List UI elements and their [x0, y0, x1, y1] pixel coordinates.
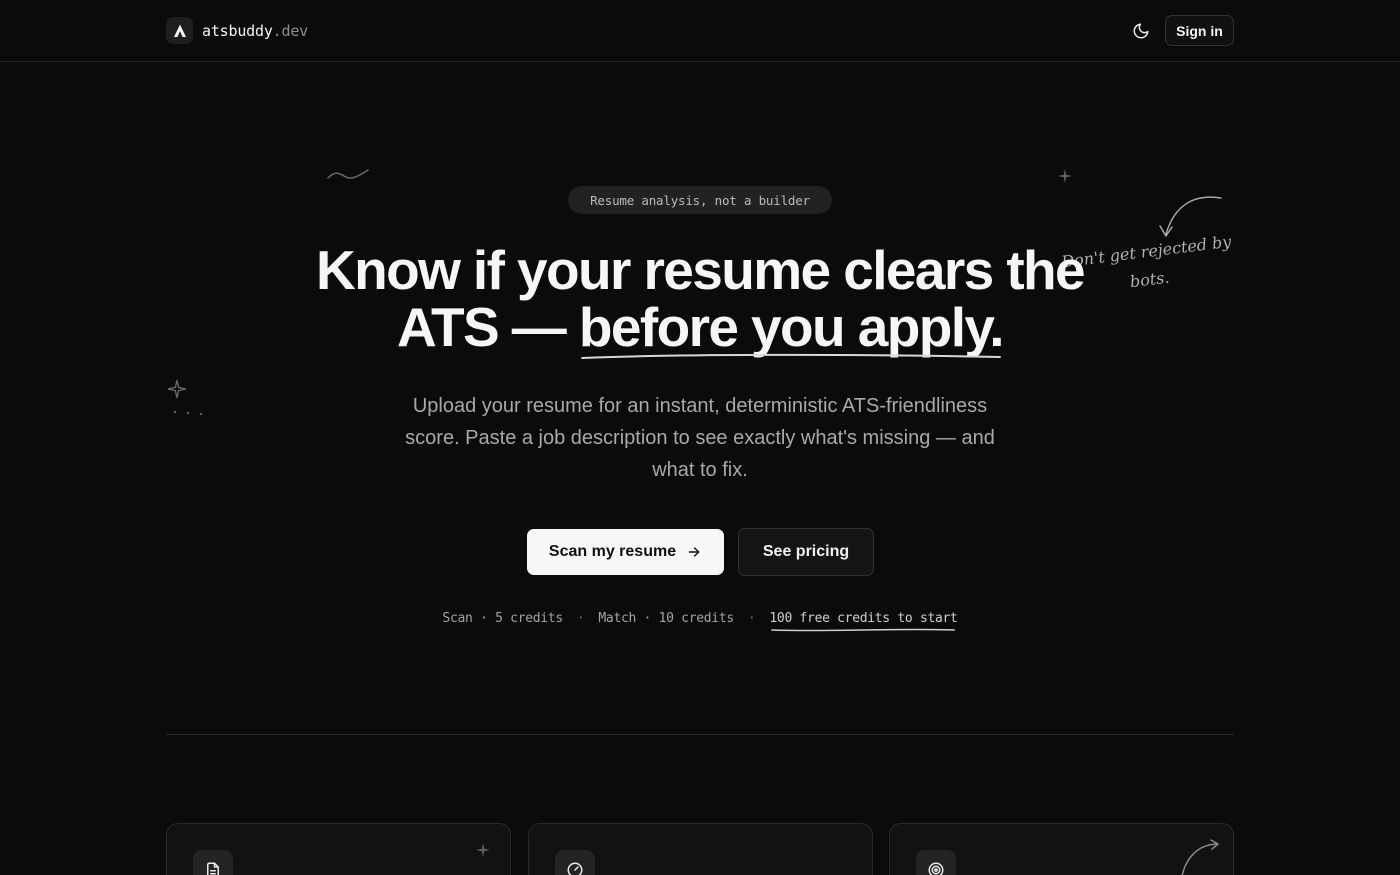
free-credits: 100 free credits to start [769, 611, 958, 632]
match-credits: Match · 10 credits [598, 611, 734, 626]
curved-arrow-decoration-icon [1181, 839, 1219, 875]
brand-link[interactable]: atsbuddy.dev [166, 17, 308, 44]
arrow-right-icon [688, 547, 700, 557]
gauge-icon [567, 862, 583, 875]
scan-credits: Scan · 5 credits [442, 611, 563, 626]
sparkle-decoration-icon [476, 843, 490, 857]
sparkle-decoration-icon [1058, 169, 1072, 183]
brand-name: atsbuddy.dev [202, 22, 308, 40]
card-icon-container [916, 850, 956, 875]
hero-subtitle: Upload your resume for an instant, deter… [405, 395, 995, 481]
theme-toggle-button[interactable] [1127, 17, 1155, 45]
sparkle-outline-decoration-icon [167, 379, 203, 416]
credits-info: Scan · 5 credits · Match · 10 credits · … [0, 611, 1400, 632]
underline-decoration-icon [581, 353, 1001, 359]
hero-badge: Resume analysis, not a builder [568, 186, 832, 214]
document-icon [207, 862, 219, 875]
see-pricing-button[interactable]: See pricing [738, 528, 874, 576]
site-header: atsbuddy.dev Sign in [0, 0, 1400, 62]
credits-separator: · [747, 611, 756, 626]
feature-card-score [528, 823, 873, 875]
underline-decoration-icon [771, 628, 956, 632]
moon-icon [1133, 23, 1149, 39]
signin-button[interactable]: Sign in [1165, 15, 1234, 46]
brand-name-tld: .dev [272, 21, 309, 40]
landing-page: atsbuddy.dev Sign in Don't get rejected … [0, 0, 1400, 875]
brand-logo-icon [166, 17, 193, 44]
headline-highlight: before you apply. [578, 296, 1005, 359]
feature-card-match [889, 823, 1234, 875]
section-divider [166, 734, 1234, 735]
squiggle-decoration-icon [327, 169, 369, 179]
feature-card-scan [166, 823, 511, 875]
card-icon-container [193, 850, 233, 875]
headline-highlight-text: before you apply. [578, 296, 1005, 358]
free-credits-text: 100 free credits to start [769, 611, 958, 626]
card-icon-container [555, 850, 595, 875]
credits-separator: · [576, 611, 585, 626]
scan-resume-button[interactable]: Scan my resume [527, 529, 724, 575]
brand-name-main: atsbuddy [202, 21, 273, 40]
scan-resume-label: Scan my resume [548, 543, 677, 560]
hero-headline: Know if your resume clears the ATS — bef… [300, 242, 1100, 359]
target-icon [928, 862, 944, 875]
